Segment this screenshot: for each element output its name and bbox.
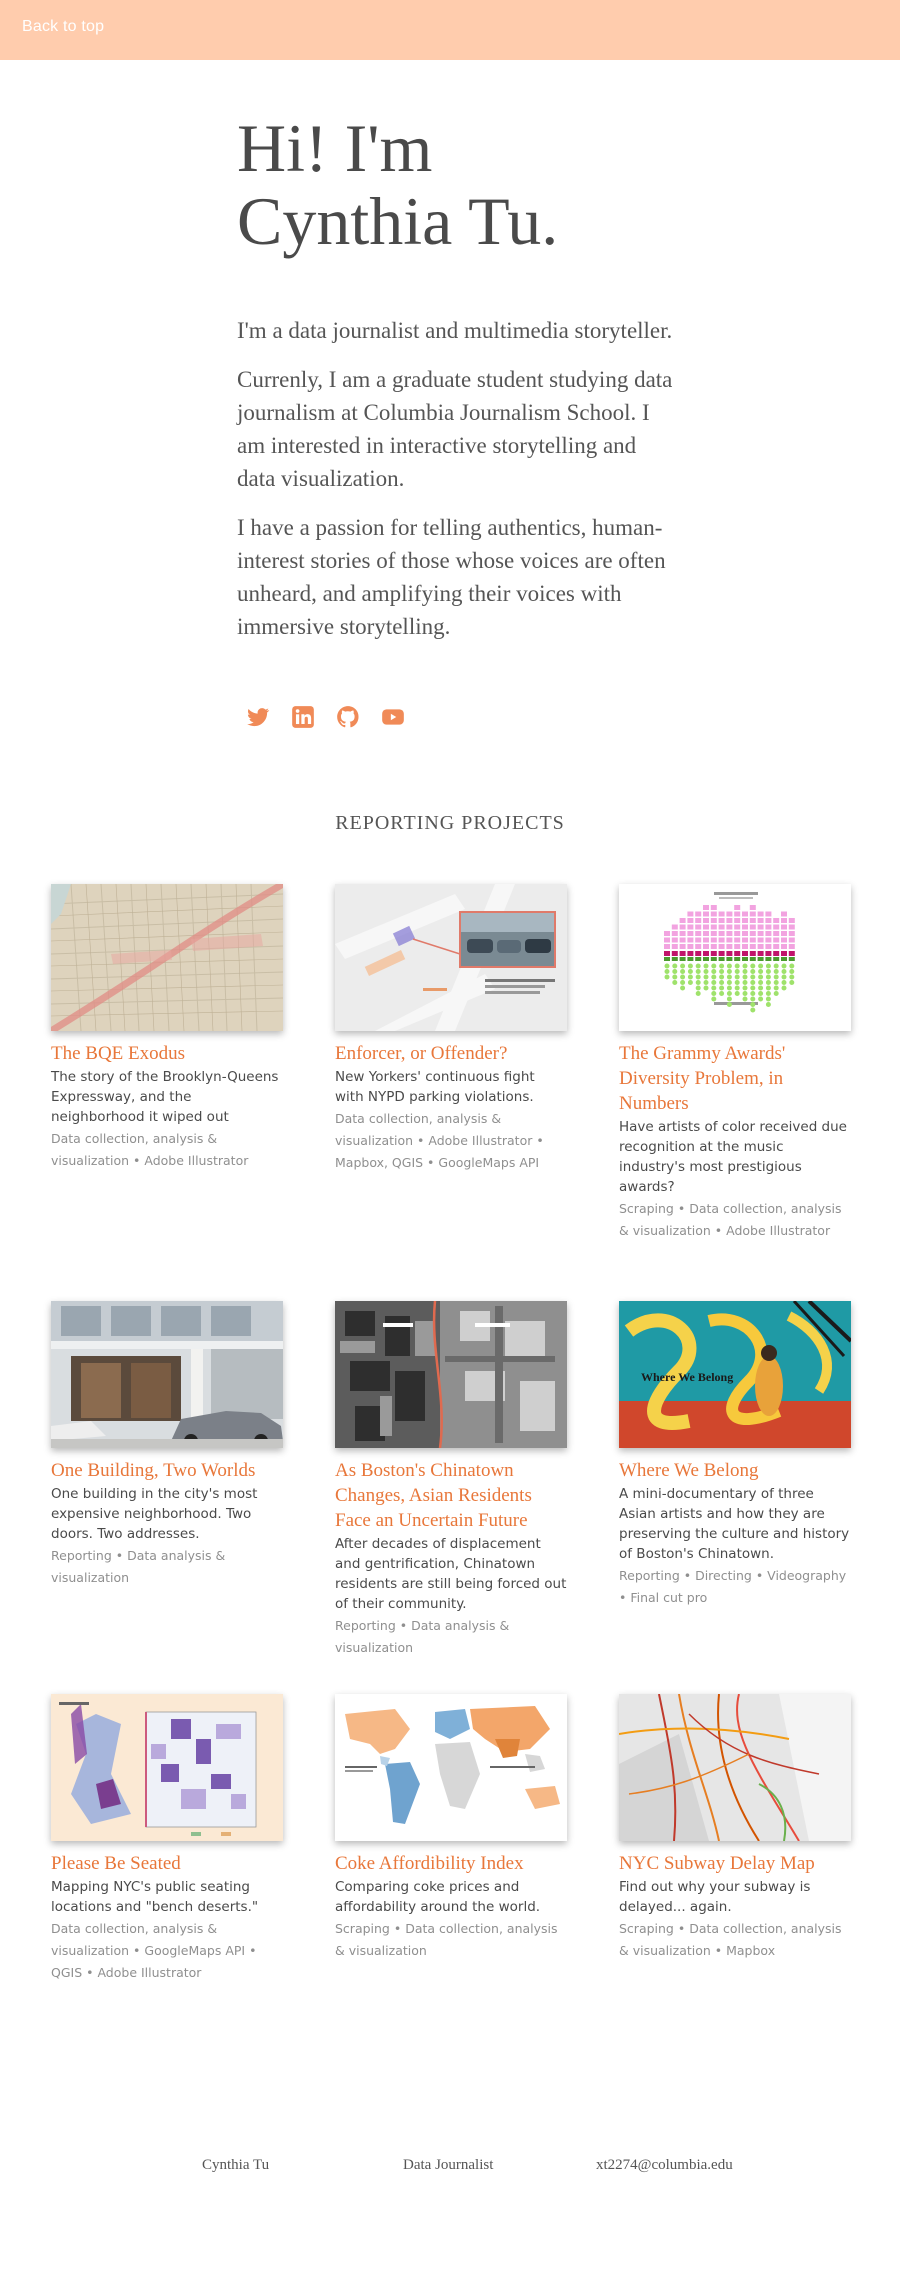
project-description: After decades of displacement and gentri… [335, 1536, 567, 1612]
intro-paragraph-3: I have a passion for telling authentics,… [237, 515, 666, 639]
project-tags: Data collection, analysis & visualizatio… [335, 1111, 544, 1170]
footer-role: Data Journalist [403, 2157, 494, 2173]
footer-name: Cynthia Tu [202, 2157, 270, 2173]
title-line-1: Hi! I'm [237, 110, 433, 186]
project-thumbnail-grammy-chart[interactable] [619, 884, 851, 1031]
section-title: REPORTING PROJECTS [335, 812, 565, 834]
project-title[interactable]: The BQE Exodus [51, 1041, 283, 1066]
top-bar: Back to top [0, 0, 900, 60]
project-card[interactable]: The Grammy Awards' Diversity Problem, in… [619, 884, 851, 1242]
social-links [245, 704, 406, 732]
project-thumbnail-mural-video[interactable]: Where We Belong [619, 1301, 851, 1448]
project-description: One building in the city's most expensiv… [51, 1486, 258, 1542]
project-title[interactable]: The Grammy Awards' Diversity Problem, in… [619, 1041, 851, 1116]
project-thumbnail-bqe-map[interactable] [51, 884, 283, 1031]
intro-paragraph-1: I'm a data journalist and multimedia sto… [237, 318, 673, 343]
intro-paragraph-2: Currenly, I am a graduate student studyi… [237, 367, 673, 491]
project-tags: Data collection, analysis & visualizatio… [51, 1131, 249, 1168]
project-card[interactable]: The BQE Exodus The story of the Brooklyn… [51, 884, 283, 1172]
project-thumbnail-subway-map[interactable] [619, 1694, 851, 1841]
hero: Hi! I'm Cynthia Tu. [237, 112, 677, 258]
project-tags: Reporting • Data analysis & visualizatio… [335, 1618, 510, 1655]
project-card[interactable]: Please Be Seated Mapping NYC's public se… [51, 1694, 283, 1984]
project-title[interactable]: One Building, Two Worlds [51, 1458, 283, 1483]
footer: Cynthia Tu Data Journalist xt2274@columb… [0, 2157, 900, 2187]
project-tags: Data collection, analysis & visualizatio… [51, 1921, 257, 1980]
project-card[interactable]: As Boston's Chinatown Changes, Asian Res… [335, 1301, 567, 1659]
project-thumbnail-building-photo[interactable] [51, 1301, 283, 1448]
project-description: Find out why your subway is delayed... a… [619, 1879, 811, 1915]
project-description: Comparing coke prices and affordability … [335, 1879, 541, 1915]
project-description: The story of the Brooklyn-Queens Express… [51, 1069, 279, 1125]
twitter-icon[interactable] [245, 704, 271, 730]
project-thumbnail-chinatown-aerial[interactable] [335, 1301, 567, 1448]
project-tags: Scraping • Data collection, analysis & v… [619, 1921, 842, 1958]
project-card[interactable]: Coke Affordibility Index Comparing coke … [335, 1694, 567, 1962]
project-description: Mapping NYC's public seating locations a… [51, 1879, 259, 1915]
project-tags: Reporting • Data analysis & visualizatio… [51, 1548, 226, 1585]
project-thumbnail-seating-map[interactable] [51, 1694, 283, 1841]
project-title[interactable]: Please Be Seated [51, 1851, 283, 1876]
title-line-2: Cynthia Tu. [237, 183, 559, 259]
intro: I'm a data journalist and multimedia sto… [237, 314, 677, 659]
linkedin-icon[interactable] [290, 704, 316, 730]
back-to-top-link[interactable]: Back to top [22, 18, 104, 36]
project-description: Have artists of color received due recog… [619, 1119, 847, 1195]
project-title[interactable]: NYC Subway Delay Map [619, 1851, 851, 1876]
project-title[interactable]: Enforcer, or Offender? [335, 1041, 567, 1066]
youtube-icon[interactable] [380, 704, 406, 730]
footer-email[interactable]: xt2274@columbia.edu [596, 2157, 733, 2174]
project-card[interactable]: Where We Belong Where We Belong A mini-d… [619, 1301, 851, 1609]
project-card[interactable]: NYC Subway Delay Map Find out why your s… [619, 1694, 851, 1962]
project-thumbnail-world-map[interactable] [335, 1694, 567, 1841]
github-icon[interactable] [335, 704, 361, 730]
project-tags: Scraping • Data collection, analysis & v… [335, 1921, 558, 1958]
project-card[interactable]: One Building, Two Worlds One building in… [51, 1301, 283, 1589]
project-thumbnail-parking-map[interactable] [335, 884, 567, 1031]
project-card[interactable]: Enforcer, or Offender? New Yorkers' cont… [335, 884, 567, 1174]
page-title: Hi! I'm Cynthia Tu. [237, 112, 677, 258]
project-title[interactable]: As Boston's Chinatown Changes, Asian Res… [335, 1458, 567, 1533]
project-tags: Scraping • Data collection, analysis & v… [619, 1201, 842, 1238]
mural-thumbnail-caption: Where We Belong [641, 1370, 733, 1384]
project-title[interactable]: Where We Belong [619, 1458, 851, 1483]
project-title[interactable]: Coke Affordibility Index [335, 1851, 567, 1876]
project-description: A mini-documentary of three Asian artist… [619, 1486, 850, 1562]
project-description: New Yorkers' continuous fight with NYPD … [335, 1069, 535, 1105]
project-tags: Reporting • Directing • Videography • Fi… [619, 1568, 847, 1605]
